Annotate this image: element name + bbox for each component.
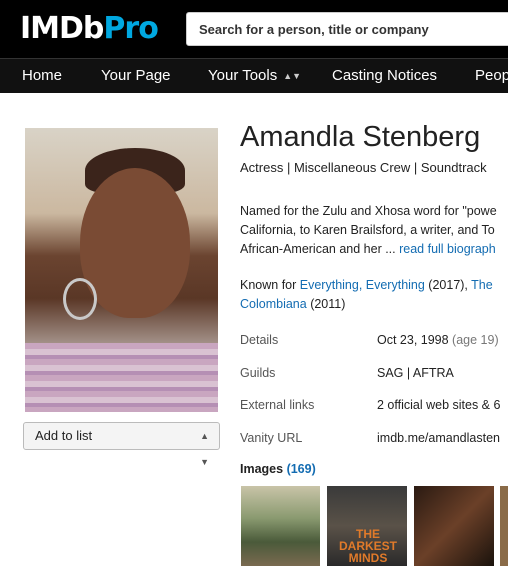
external-links-link[interactable]: 2 official web sites & 6 — [377, 398, 500, 412]
nav-your-tools[interactable]: Your Tools ▲▼ — [208, 59, 301, 93]
photo-earring — [63, 278, 97, 320]
details-label: Details — [240, 333, 279, 347]
search-input[interactable]: Search for a person, title or company — [186, 12, 508, 46]
nav-your-page[interactable]: Your Page — [101, 59, 171, 93]
main-nav: Home Your Page Your Tools ▲▼ Casting Noti… — [0, 58, 508, 93]
nav-your-tools-label: Your Tools — [208, 67, 278, 84]
thumbnail-poster-title: THE DARKEST MINDS — [338, 527, 397, 565]
known-for-link-2[interactable]: The — [471, 278, 493, 292]
age: (age 19) — [448, 333, 499, 347]
known-for-year-3: (2011) — [306, 297, 346, 311]
updown-arrow-icon: ▲▼ — [283, 71, 302, 81]
nav-people[interactable]: Peop — [475, 59, 508, 93]
image-thumbnail[interactable]: THE DARKEST MINDS — [327, 486, 407, 566]
images-heading: Images (169) — [240, 462, 316, 476]
bio-line-3: African-American and her ... — [240, 242, 400, 256]
imdbpro-logo[interactable]: IMDbPro — [20, 11, 159, 47]
guilds-label: Guilds — [240, 366, 276, 380]
nav-home[interactable]: Home — [22, 59, 62, 93]
add-to-list-label: Add to list — [35, 428, 93, 443]
known-for: Known for Everything, Everything (2017),… — [240, 276, 493, 314]
image-thumbnail[interactable] — [241, 486, 320, 566]
known-for-label: Known for — [240, 278, 300, 292]
vanity-url-link[interactable]: imdb.me/amandlasten — [377, 431, 500, 445]
logo-pro-text: Pro — [103, 11, 158, 46]
images-count-link[interactable]: (169) — [287, 462, 316, 476]
select-arrow-icon: ▲ ▼ — [200, 431, 209, 467]
read-full-bio-link[interactable]: read full biograph — [399, 242, 496, 256]
photo-sweater — [25, 343, 218, 412]
guilds-value: SAG | AFTRA — [377, 366, 454, 380]
logo-imdb-text: IMDb — [20, 11, 104, 46]
known-for-link-1[interactable]: Everything, Everything — [300, 278, 425, 292]
person-name: Amandla Stenberg — [240, 121, 481, 153]
known-for-year-1: (2017), — [424, 278, 472, 292]
vanity-url-label: Vanity URL — [240, 431, 303, 445]
birth-date: Oct 23, 1998 — [377, 333, 449, 347]
person-roles: Actress | Miscellaneous Crew | Soundtrac… — [240, 160, 487, 175]
add-to-list-select[interactable]: Add to list ▲ ▼ — [23, 422, 220, 467]
bio-line-1: Named for the Zulu and Xhosa word for "p… — [240, 204, 497, 218]
images-label: Images — [240, 462, 287, 476]
top-bar: IMDbPro Search for a person, title or co… — [0, 0, 508, 58]
nav-casting-notices[interactable]: Casting Notices — [332, 59, 437, 93]
external-links-label: External links — [240, 398, 315, 412]
image-thumbnail[interactable] — [500, 486, 508, 566]
details-value: Oct 23, 1998 (age 19) — [377, 333, 499, 347]
image-thumbnail[interactable] — [414, 486, 494, 566]
known-for-link-3[interactable]: Colombiana — [240, 297, 307, 311]
profile-photo[interactable] — [25, 128, 218, 412]
bio-text: Named for the Zulu and Xhosa word for "p… — [240, 202, 508, 259]
bio-line-2: California, to Karen Brailsford, a write… — [240, 223, 495, 237]
